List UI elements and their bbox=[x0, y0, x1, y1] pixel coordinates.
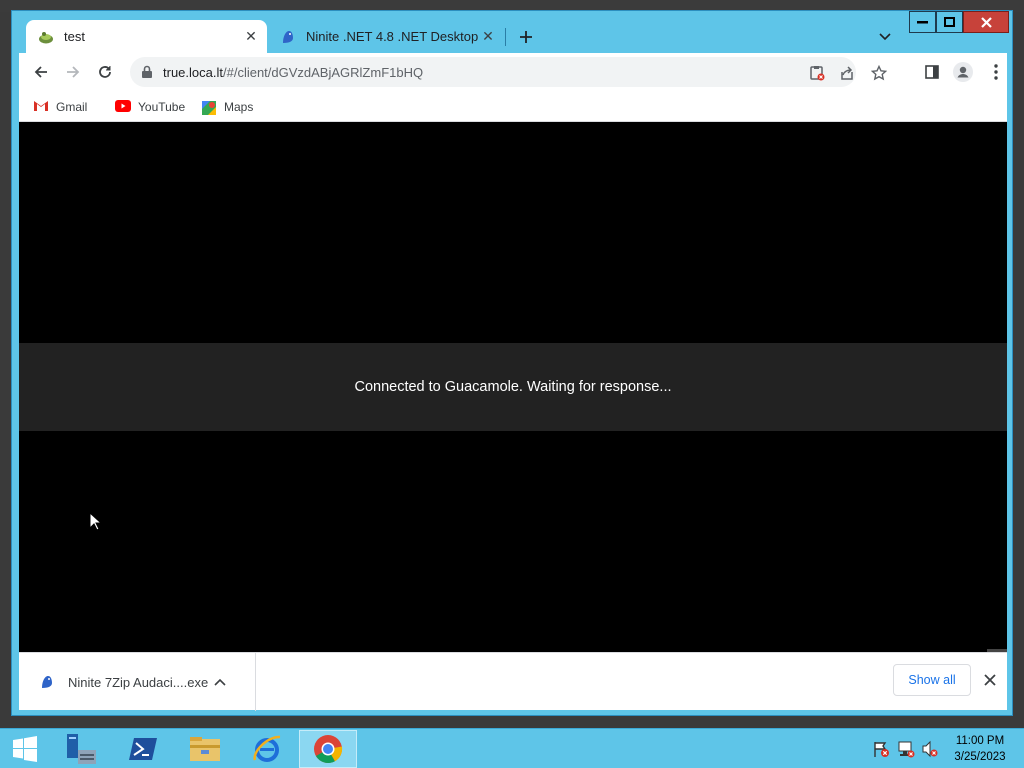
download-item[interactable]: Ninite 7Zip Audaci....exe bbox=[19, 653, 256, 711]
start-button[interactable] bbox=[0, 730, 50, 768]
tab-title: Ninite .NET 4.8 .NET Desktop Run bbox=[306, 29, 478, 44]
close-tab-icon[interactable]: ✕ bbox=[241, 27, 261, 47]
bookmarks-bar: Gmail YouTube Maps bbox=[19, 91, 1007, 122]
maximize-button[interactable] bbox=[936, 11, 963, 33]
tab-test[interactable]: test ✕ bbox=[26, 20, 267, 53]
profile-avatar-icon[interactable] bbox=[952, 61, 974, 83]
network-icon[interactable] bbox=[897, 740, 915, 758]
url-text: true.loca.lt/#/client/dGVzdABjAGRlZmF1bH… bbox=[163, 65, 423, 80]
download-shelf: Ninite 7Zip Audaci....exe Show all bbox=[19, 652, 1007, 711]
bookmark-label: Gmail bbox=[56, 100, 88, 114]
clock-time: 11:00 PM bbox=[955, 735, 1005, 747]
address-bar[interactable]: true.loca.lt/#/client/dGVzdABjAGRlZmF1bH… bbox=[130, 57, 887, 87]
youtube-icon bbox=[115, 100, 131, 114]
blocked-popup-icon[interactable] bbox=[806, 62, 828, 84]
file-explorer-icon[interactable] bbox=[176, 730, 234, 768]
browser-toolbar: true.loca.lt/#/client/dGVzdABjAGRlZmF1bH… bbox=[19, 53, 1007, 91]
url-host: true.loca.lt bbox=[163, 64, 223, 80]
windows-taskbar: 11:00 PM 3/25/2023 bbox=[0, 728, 1024, 768]
internet-explorer-icon[interactable] bbox=[238, 730, 296, 768]
lock-icon[interactable] bbox=[141, 65, 153, 79]
connection-status-bar: Connected to Guacamole. Waiting for resp… bbox=[19, 343, 1007, 431]
bookmark-label: YouTube bbox=[138, 100, 186, 114]
ninite-icon bbox=[39, 674, 55, 690]
title-bar: test ✕ Ninite .NET 4.8 .NET Desktop Run … bbox=[12, 11, 1012, 53]
remote-desktop-viewport[interactable]: Connected to Guacamole. Waiting for resp… bbox=[19, 122, 1007, 652]
show-all-button[interactable]: Show all bbox=[893, 664, 971, 696]
forward-button[interactable] bbox=[59, 59, 87, 85]
back-button[interactable] bbox=[27, 59, 55, 85]
menu-kebab-icon[interactable] bbox=[985, 61, 1007, 83]
reload-button[interactable] bbox=[91, 59, 119, 85]
server-manager-icon[interactable] bbox=[52, 730, 110, 768]
chrome-icon[interactable] bbox=[299, 730, 357, 768]
bookmark-youtube[interactable]: YouTube bbox=[115, 97, 185, 117]
guacamole-icon bbox=[38, 29, 54, 45]
gmail-icon bbox=[33, 100, 49, 114]
close-window-button[interactable] bbox=[963, 11, 1009, 33]
clock-date: 3/25/2023 bbox=[954, 751, 1006, 763]
bookmark-maps[interactable]: Maps bbox=[201, 97, 253, 117]
download-filename: Ninite 7Zip Audaci....exe bbox=[68, 674, 209, 690]
tab-separator bbox=[505, 28, 506, 46]
speaker-muted-icon[interactable] bbox=[921, 740, 939, 758]
tab-title: test bbox=[64, 29, 85, 44]
bookmark-label: Maps bbox=[224, 100, 254, 114]
share-icon[interactable] bbox=[836, 62, 858, 84]
tab-search-chevron-icon[interactable] bbox=[874, 27, 896, 47]
bookmark-gmail[interactable]: Gmail bbox=[33, 97, 87, 117]
url-path: /#/client/dGVzdABjAGRlZmF1bHQ bbox=[222, 64, 424, 80]
close-icon[interactable] bbox=[980, 670, 1000, 690]
action-center-flag-icon[interactable] bbox=[872, 740, 890, 758]
close-tab-icon[interactable]: ✕ bbox=[478, 27, 498, 47]
chevron-up-icon[interactable] bbox=[210, 672, 230, 692]
side-panel-icon[interactable] bbox=[921, 61, 943, 83]
mouse-pointer-icon bbox=[89, 511, 103, 537]
chrome-window: test ✕ Ninite .NET 4.8 .NET Desktop Run … bbox=[11, 10, 1013, 716]
powershell-icon[interactable] bbox=[114, 730, 172, 768]
bookmark-star-icon[interactable] bbox=[868, 62, 890, 84]
ninite-icon bbox=[280, 29, 296, 45]
new-tab-button[interactable] bbox=[514, 25, 538, 49]
tab-ninite[interactable]: Ninite .NET 4.8 .NET Desktop Run ✕ bbox=[268, 20, 504, 53]
minimize-button[interactable] bbox=[909, 11, 936, 33]
connection-status-text: Connected to Guacamole. Waiting for resp… bbox=[354, 379, 672, 395]
system-clock[interactable]: 11:00 PM 3/25/2023 bbox=[944, 733, 1016, 765]
maps-icon bbox=[201, 100, 217, 115]
